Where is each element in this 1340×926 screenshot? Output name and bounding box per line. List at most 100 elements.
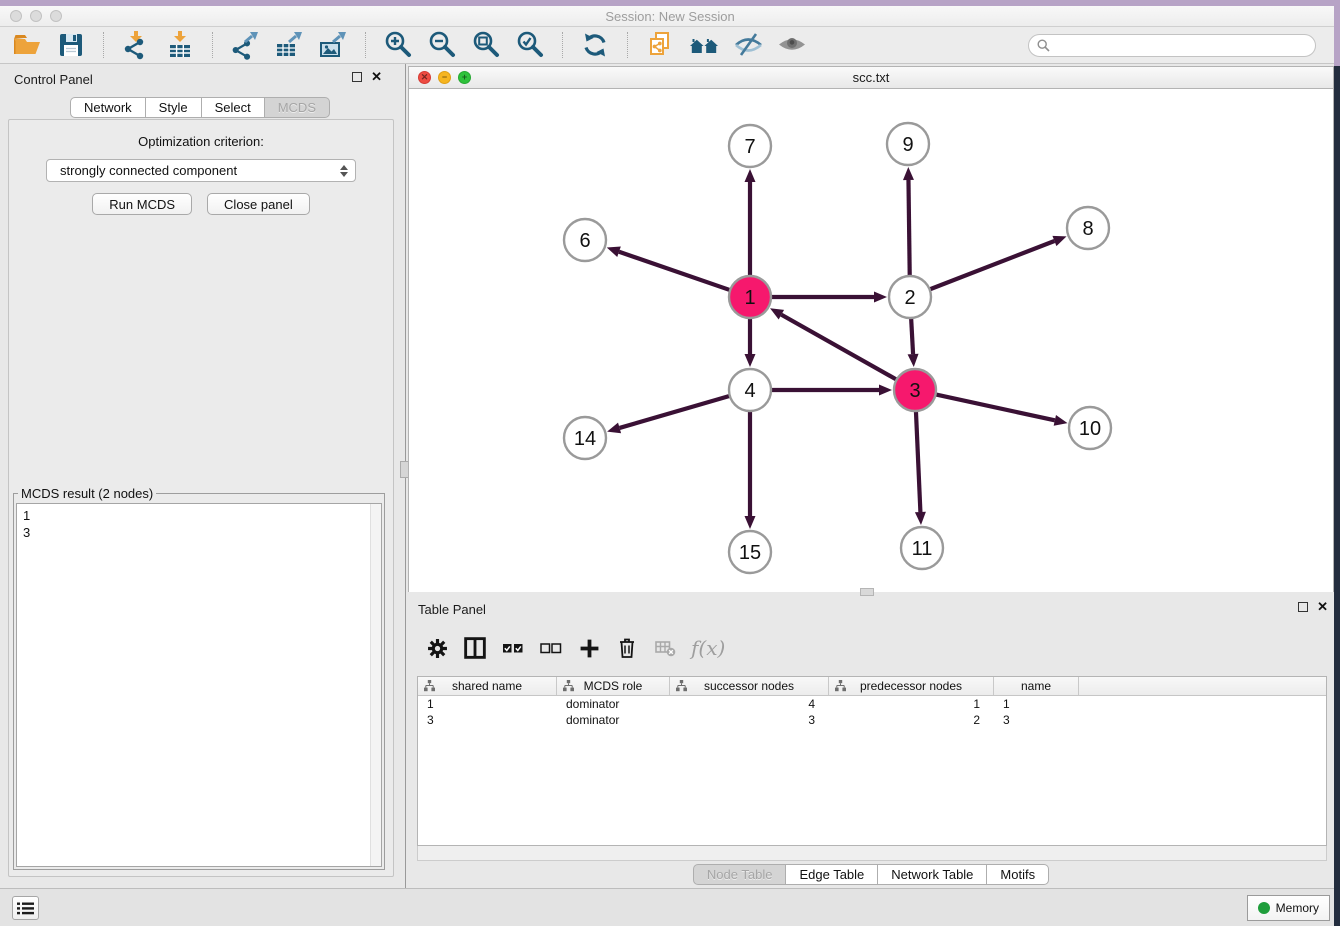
run-mcds-button[interactable]: Run MCDS — [92, 193, 192, 215]
graph-node-label-11: 11 — [912, 538, 933, 560]
mcds-result-box[interactable]: 1 3 — [16, 503, 382, 867]
deselect-all-rows-icon[interactable] — [539, 635, 563, 661]
memory-button[interactable]: Memory — [1247, 895, 1330, 921]
cell[interactable]: 2 — [829, 712, 994, 728]
open-file-icon[interactable] — [10, 29, 44, 61]
delete-table-icon — [653, 635, 677, 661]
save-session-icon[interactable] — [54, 29, 88, 61]
export-table-icon[interactable] — [272, 29, 306, 61]
table-tab-network-table[interactable]: Network Table — [878, 864, 987, 885]
optimization-criterion-label: Optimization criterion: — [9, 134, 393, 149]
table-settings-gear-icon[interactable] — [425, 635, 449, 661]
graph-node-label-3: 3 — [909, 380, 920, 402]
hide-selected-icon[interactable] — [731, 29, 765, 61]
select-all-rows-icon[interactable] — [501, 635, 525, 661]
cell[interactable]: 3 — [418, 712, 557, 728]
apply-layout-icon[interactable] — [578, 29, 612, 61]
cell[interactable]: dominator — [557, 712, 670, 728]
network-canvas[interactable]: 7968124314101511 — [408, 89, 1334, 592]
show-all-icon[interactable] — [775, 29, 809, 61]
table-tab-motifs[interactable]: Motifs — [987, 864, 1049, 885]
home-network-icon[interactable] — [687, 29, 721, 61]
table-panel-title: Table Panel — [418, 602, 486, 617]
column-header-name[interactable]: name — [994, 677, 1079, 695]
window-title: Session: New Session — [0, 9, 1340, 24]
search-input[interactable] — [1055, 37, 1307, 53]
table-horizontal-scrollbar[interactable] — [417, 846, 1327, 861]
cytoscape-window: Session: New Session Control Panel ✕ Net… — [0, 0, 1340, 926]
graph-node-label-15: 15 — [739, 542, 761, 564]
mcds-panel: Optimization criterion: strongly connect… — [8, 119, 394, 877]
column-header-shared-name[interactable]: shared name — [418, 677, 557, 695]
toolbar-separator — [365, 32, 366, 58]
show-columns-icon[interactable] — [463, 635, 487, 661]
close-table-panel-icon[interactable]: ✕ — [1317, 602, 1328, 612]
add-column-icon[interactable] — [577, 635, 601, 661]
network-maximize-icon[interactable]: + — [458, 71, 471, 84]
new-network-from-selection-icon[interactable] — [643, 29, 677, 61]
graph-edge-4-14[interactable] — [620, 395, 734, 428]
network-window-title: scc.txt — [408, 70, 1334, 85]
search-box[interactable] — [1028, 34, 1316, 57]
tab-mcds[interactable]: MCDS — [265, 97, 330, 118]
table-panel-header: Table Panel — [408, 596, 1334, 622]
network-close-icon[interactable]: ✕ — [418, 71, 431, 84]
graph-node-label-1: 1 — [744, 287, 755, 309]
memory-label: Memory — [1276, 901, 1319, 915]
graph-edge-2-3[interactable] — [911, 314, 913, 354]
titlebar: Session: New Session — [0, 6, 1340, 27]
table-tab-edge-table[interactable]: Edge Table — [786, 864, 878, 885]
tab-style[interactable]: Style — [146, 97, 202, 118]
close-panel-icon[interactable]: ✕ — [371, 72, 382, 82]
graph-edge-2-8[interactable] — [926, 241, 1055, 291]
graph-edge-3-1[interactable] — [781, 315, 900, 382]
cell[interactable]: 3 — [670, 712, 829, 728]
task-history-button[interactable] — [12, 896, 39, 920]
graph-edge-1-6[interactable] — [619, 252, 734, 292]
graph-node-label-9: 9 — [902, 134, 913, 156]
table-tab-node-table[interactable]: Node Table — [693, 864, 787, 885]
graph-edge-arrow-2-3 — [908, 354, 919, 367]
memory-status-icon — [1258, 902, 1270, 914]
import-network-icon[interactable] — [119, 29, 153, 61]
tab-network[interactable]: Network — [70, 97, 146, 118]
cell[interactable]: 4 — [670, 696, 829, 712]
graph-edge-arrow-1-6 — [607, 247, 621, 257]
zoom-selected-icon[interactable] — [513, 29, 547, 61]
graph-node-label-2: 2 — [904, 287, 915, 309]
cell[interactable]: 3 — [994, 712, 1079, 728]
cell[interactable]: dominator — [557, 696, 670, 712]
graph-edge-arrow-1-2 — [874, 292, 887, 303]
export-network-icon[interactable] — [228, 29, 262, 61]
delete-column-icon[interactable] — [615, 635, 639, 661]
table-splitter-handle[interactable] — [860, 588, 874, 596]
node-table: shared nameMCDS rolesuccessor nodesprede… — [417, 676, 1327, 846]
table-row-1[interactable]: 1dominator411 — [418, 696, 1326, 712]
export-image-icon[interactable] — [316, 29, 350, 61]
graph-edge-3-10[interactable] — [932, 394, 1055, 421]
column-header-successor-nodes[interactable]: successor nodes — [670, 677, 829, 695]
graph-edge-2-9[interactable] — [908, 180, 909, 280]
column-header-predecessor-nodes[interactable]: predecessor nodes — [829, 677, 994, 695]
background-window-strip-top — [0, 0, 1340, 6]
cell[interactable]: 1 — [418, 696, 557, 712]
float-table-panel-icon[interactable] — [1298, 602, 1308, 612]
graph-edge-arrow-4-14 — [607, 423, 621, 434]
network-minimize-icon[interactable]: − — [438, 71, 451, 84]
table-row-2[interactable]: 3dominator323 — [418, 712, 1326, 728]
tab-select[interactable]: Select — [202, 97, 265, 118]
cell[interactable]: 1 — [829, 696, 994, 712]
graph-node-label-8: 8 — [1082, 218, 1093, 240]
mcds-result-scrollbar[interactable] — [370, 504, 381, 866]
criterion-select[interactable]: strongly connected component — [46, 159, 356, 182]
float-panel-icon[interactable] — [352, 72, 362, 82]
zoom-fit-icon[interactable] — [469, 29, 503, 61]
graph-edge-3-11[interactable] — [916, 407, 921, 512]
cell[interactable]: 1 — [994, 696, 1079, 712]
zoom-in-icon[interactable] — [381, 29, 415, 61]
close-panel-button[interactable]: Close panel — [207, 193, 310, 215]
zoom-out-icon[interactable] — [425, 29, 459, 61]
import-table-icon[interactable] — [163, 29, 197, 61]
column-header-MCDS-role[interactable]: MCDS role — [557, 677, 670, 695]
function-builder-icon: f(x) — [691, 635, 725, 661]
